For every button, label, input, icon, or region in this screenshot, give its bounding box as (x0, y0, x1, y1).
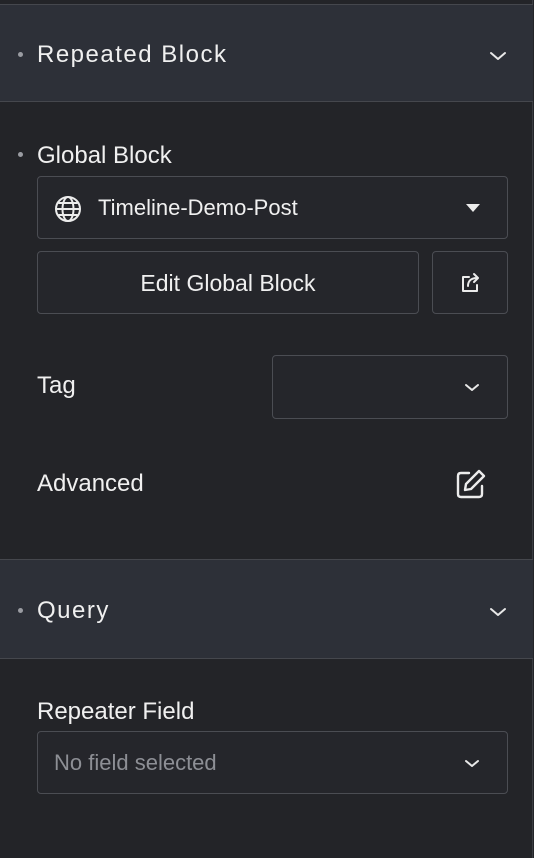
repeater-field-select[interactable]: No field selected (37, 731, 508, 794)
external-link-icon (462, 273, 479, 292)
global-block-select[interactable]: Timeline-Demo-Post (37, 176, 508, 239)
field-bullet (18, 152, 23, 157)
edit-global-block-button[interactable]: Edit Global Block (37, 251, 419, 314)
section-bullet (18, 608, 23, 613)
chevron-down-icon[interactable] (488, 50, 508, 62)
chevron-down-icon (465, 760, 479, 767)
tag-select[interactable] (272, 355, 508, 419)
global-block-selected-value: Timeline-Demo-Post (98, 195, 298, 220)
advanced-label: Advanced (37, 470, 144, 497)
edit-icon[interactable] (455, 468, 487, 500)
edit-global-block-label: Edit Global Block (140, 270, 316, 296)
global-block-label: Global Block (37, 142, 172, 169)
properties-panel: Repeated Block Global Block Timeline-Dem… (0, 0, 533, 858)
repeater-field-label: Repeater Field (37, 698, 195, 725)
tag-label: Tag (37, 372, 76, 399)
chevron-down-icon[interactable] (488, 606, 508, 618)
caret-down-icon (466, 204, 480, 212)
globe-icon (55, 196, 81, 222)
section-header-repeated-block[interactable]: Repeated Block (0, 4, 533, 102)
section-title-query: Query (37, 597, 110, 624)
section-bullet (18, 52, 23, 57)
section-header-query[interactable]: Query (0, 559, 533, 659)
chevron-down-icon (465, 384, 479, 391)
open-external-button[interactable] (432, 251, 508, 314)
section-title-repeated-block: Repeated Block (37, 41, 228, 68)
repeater-field-placeholder: No field selected (54, 750, 217, 775)
